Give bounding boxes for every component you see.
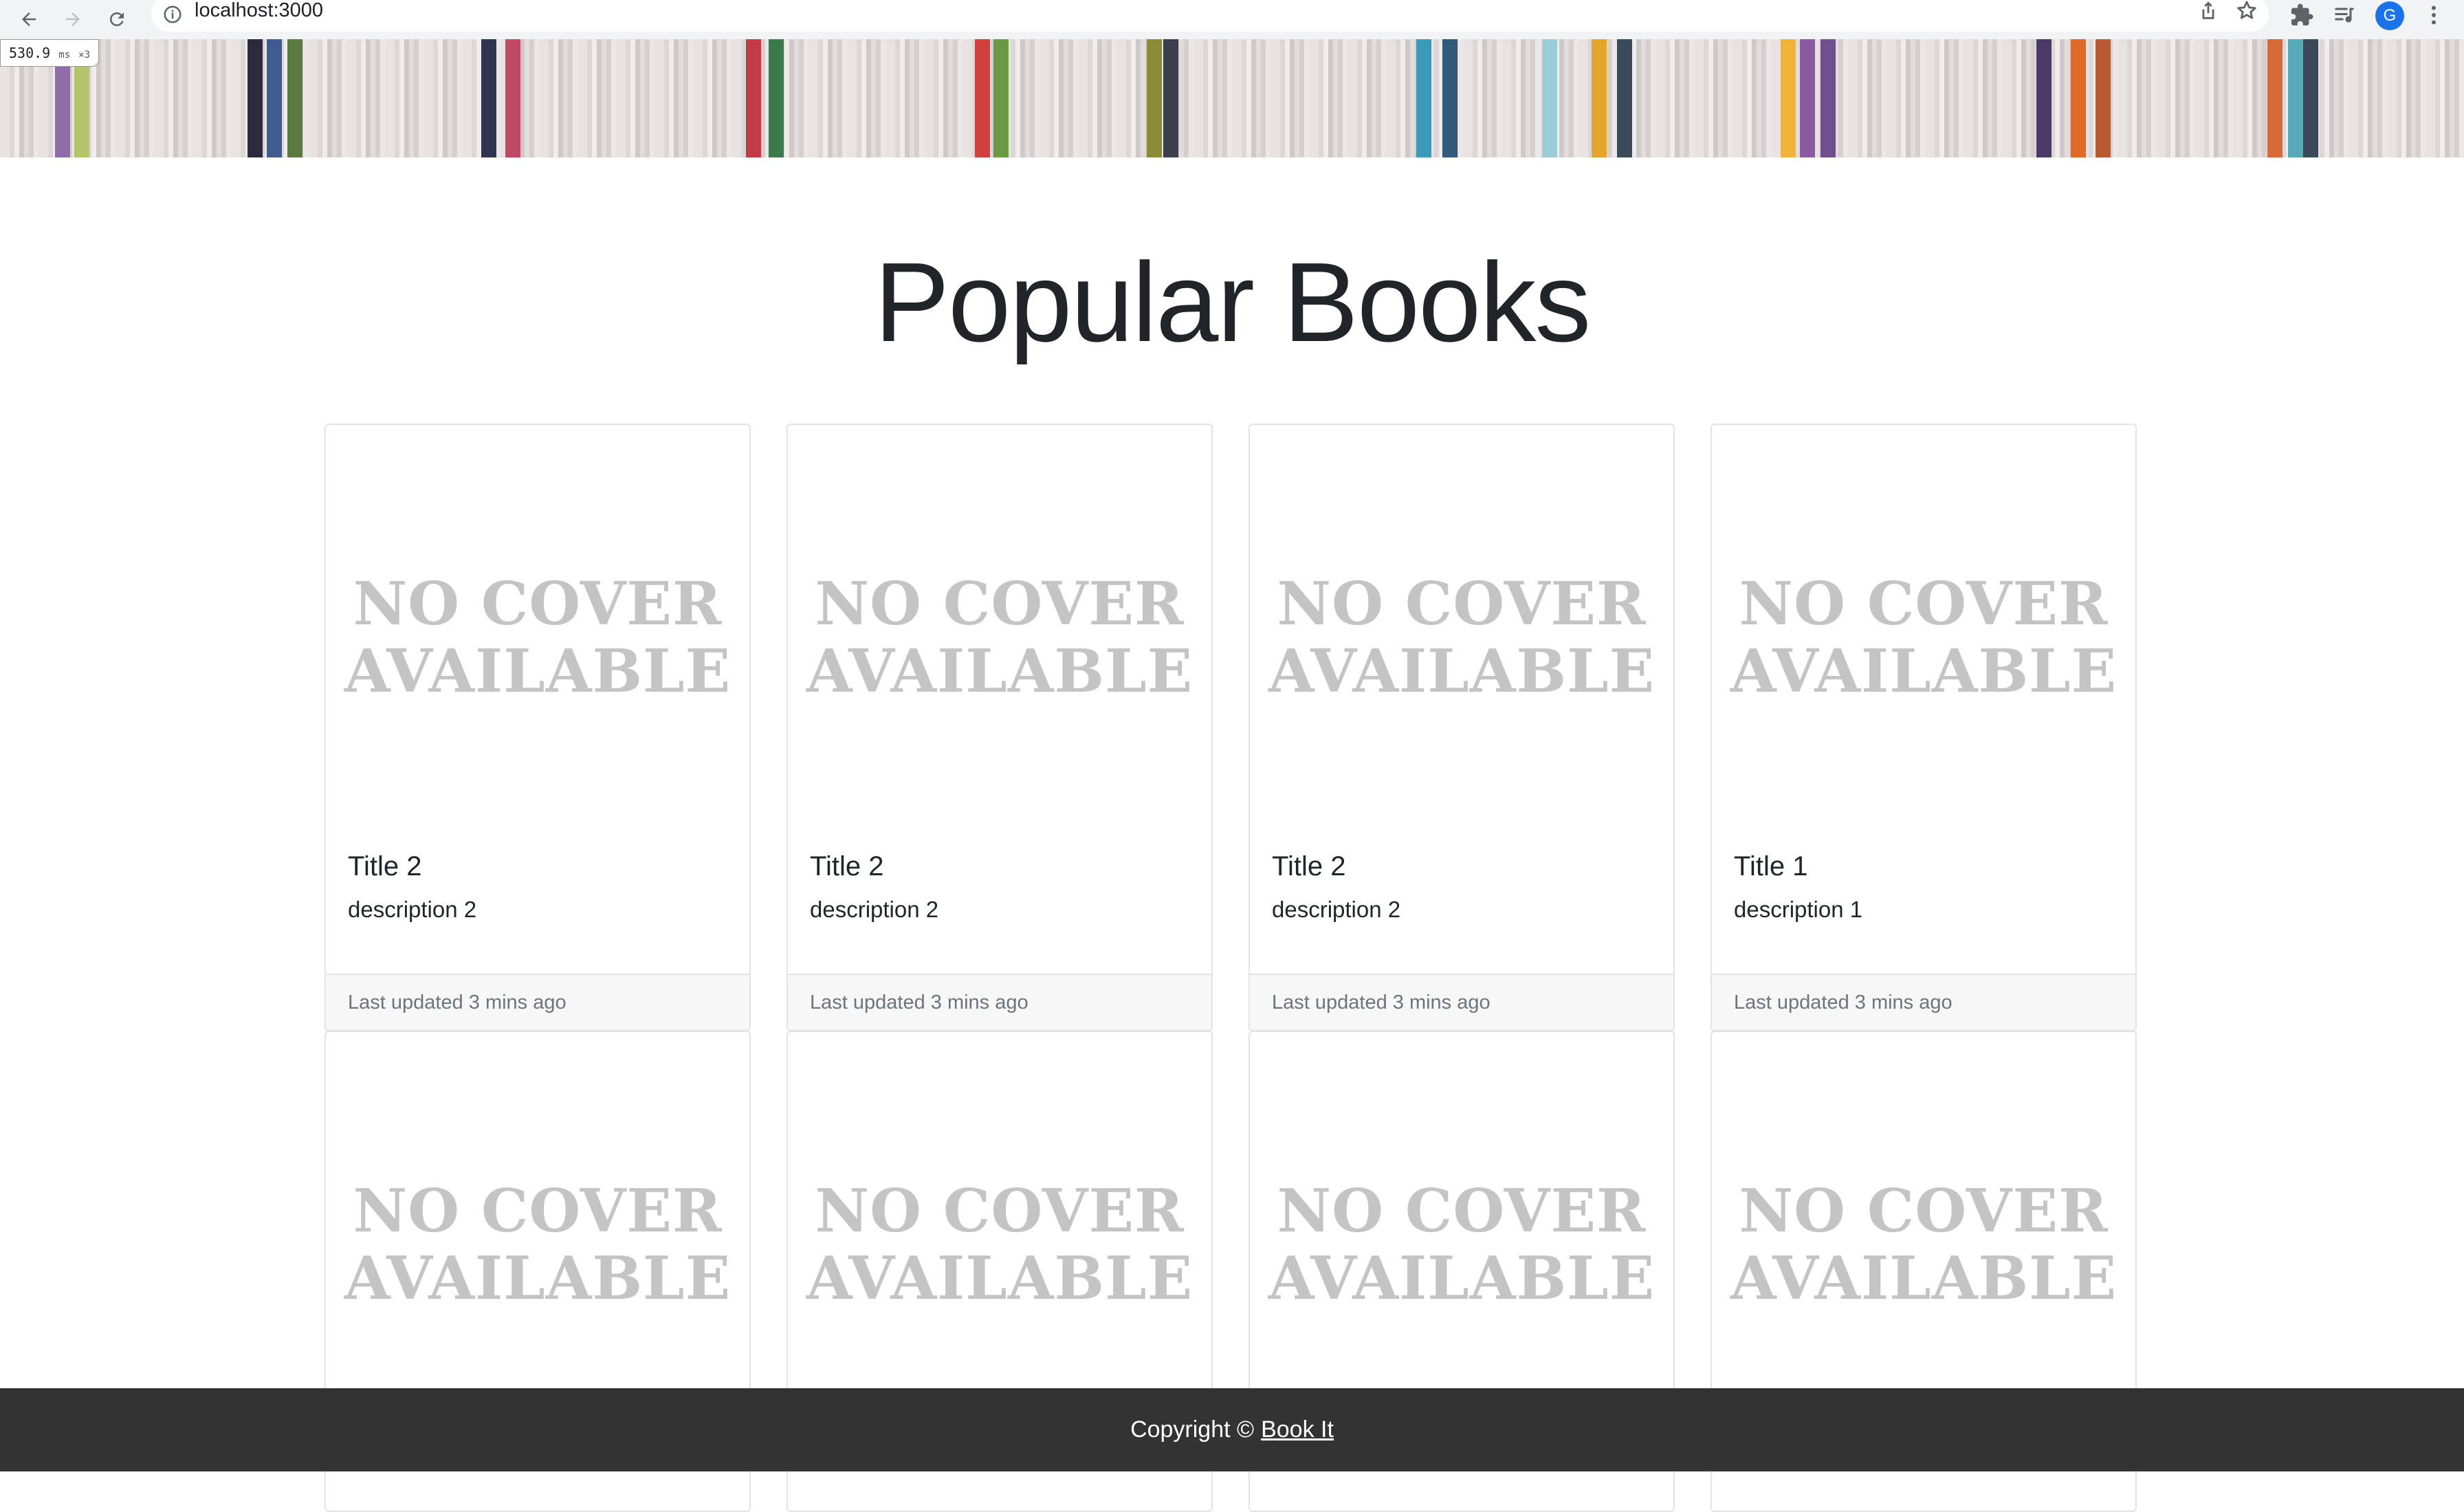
no-cover-text: NO COVER AVAILABLE: [1730, 571, 2117, 705]
book-cover-placeholder: NO COVER AVAILABLE: [788, 425, 1211, 851]
no-cover-line: NO COVER: [1277, 569, 1647, 639]
no-cover-line: NO COVER: [1739, 569, 2109, 639]
no-cover-line: AVAILABLE: [1730, 1244, 2118, 1313]
book-title: Title 2: [810, 851, 884, 881]
book-title: Title 2: [1272, 851, 1346, 881]
no-cover-text: NO COVER AVAILABLE: [1268, 571, 1655, 705]
render-time-unit: ms: [58, 50, 71, 61]
share-icon[interactable]: [2197, 0, 2220, 22]
render-time-badge: 530.9 ms ×3: [0, 39, 100, 67]
card-body: Title 1 description 1: [1712, 851, 2135, 954]
book-card[interactable]: NO COVER AVAILABLE Title 2 description 2 Las…: [1248, 424, 1675, 1031]
reload-icon[interactable]: [102, 4, 132, 34]
book-it-link[interactable]: Book It: [1261, 1416, 1334, 1443]
no-cover-line: AVAILABLE: [1268, 1244, 1656, 1313]
book-cover-placeholder: NO COVER AVAILABLE: [326, 425, 749, 851]
book-spines-banner: [0, 39, 2464, 157]
no-cover-line: AVAILABLE: [344, 1244, 732, 1313]
card-body: Title 2 description 2: [1250, 851, 1673, 954]
last-updated-text: Last updated 3 mins ago: [788, 974, 1211, 1030]
profile-avatar[interactable]: G: [2375, 1, 2404, 30]
no-cover-line: AVAILABLE: [344, 637, 732, 706]
site-info-icon[interactable]: [162, 4, 183, 25]
no-cover-text: NO COVER AVAILABLE: [344, 1178, 731, 1313]
no-cover-line: NO COVER: [815, 569, 1185, 639]
last-updated-text: Last updated 3 mins ago: [1250, 974, 1673, 1030]
copyright-text: Copyright ©: [1130, 1416, 1255, 1443]
card-body: Title 2 description 2: [788, 851, 1211, 954]
no-cover-line: NO COVER: [353, 1176, 723, 1246]
media-queue-icon[interactable]: [2332, 3, 2357, 28]
site-footer: Copyright © Book It: [0, 1388, 2464, 1471]
book-cover-placeholder: NO COVER AVAILABLE: [1712, 425, 2135, 851]
card-body: Title 2 description 2: [326, 851, 749, 954]
no-cover-line: AVAILABLE: [1730, 637, 2118, 706]
book-description: description 2: [1272, 897, 1401, 922]
book-title: Title 1: [1734, 851, 1808, 881]
more-menu-icon[interactable]: [2421, 3, 2446, 28]
no-cover-line: NO COVER: [815, 1176, 1185, 1246]
no-cover-text: NO COVER AVAILABLE: [806, 1178, 1193, 1313]
no-cover-line: NO COVER: [1739, 1176, 2109, 1246]
address-bar[interactable]: localhost:3000: [151, 0, 2269, 32]
book-description: description 2: [348, 897, 477, 922]
no-cover-line: AVAILABLE: [806, 1244, 1194, 1313]
back-icon[interactable]: [14, 4, 44, 34]
forward-icon[interactable]: [58, 4, 88, 34]
no-cover-line: NO COVER: [353, 569, 723, 639]
no-cover-text: NO COVER AVAILABLE: [344, 571, 731, 705]
book-card[interactable]: NO COVER AVAILABLE Title 1 description 1 Las…: [1710, 424, 2137, 1031]
no-cover-text: NO COVER AVAILABLE: [806, 571, 1193, 705]
last-updated-text: Last updated 3 mins ago: [326, 974, 749, 1030]
browser-toolbar: localhost:3000 G: [0, 0, 2464, 40]
no-cover-text: NO COVER AVAILABLE: [1730, 1178, 2117, 1313]
page-title: Popular Books: [874, 239, 1592, 365]
book-card[interactable]: NO COVER AVAILABLE Title 2 description 2 Las…: [324, 424, 751, 1031]
book-title: Title 2: [348, 851, 422, 881]
render-time-value: 530.9: [9, 45, 51, 61]
book-description: description 1: [1734, 897, 1863, 922]
no-cover-line: AVAILABLE: [806, 637, 1194, 706]
book-cover-placeholder: NO COVER AVAILABLE: [1250, 425, 1673, 851]
book-spines: [0, 39, 2464, 157]
url-text[interactable]: localhost:3000: [195, 0, 323, 22]
render-time-multiplier: ×3: [78, 50, 91, 61]
bookmark-star-icon[interactable]: [2235, 0, 2258, 22]
no-cover-line: AVAILABLE: [1268, 637, 1656, 706]
extensions-puzzle-icon[interactable]: [2289, 3, 2314, 28]
book-description: description 2: [810, 897, 939, 922]
no-cover-line: NO COVER: [1277, 1176, 1647, 1246]
last-updated-text: Last updated 3 mins ago: [1712, 974, 2135, 1030]
book-card[interactable]: NO COVER AVAILABLE Title 2 description 2 Las…: [786, 424, 1213, 1031]
no-cover-text: NO COVER AVAILABLE: [1268, 1178, 1655, 1313]
banner-image: [0, 39, 2464, 157]
